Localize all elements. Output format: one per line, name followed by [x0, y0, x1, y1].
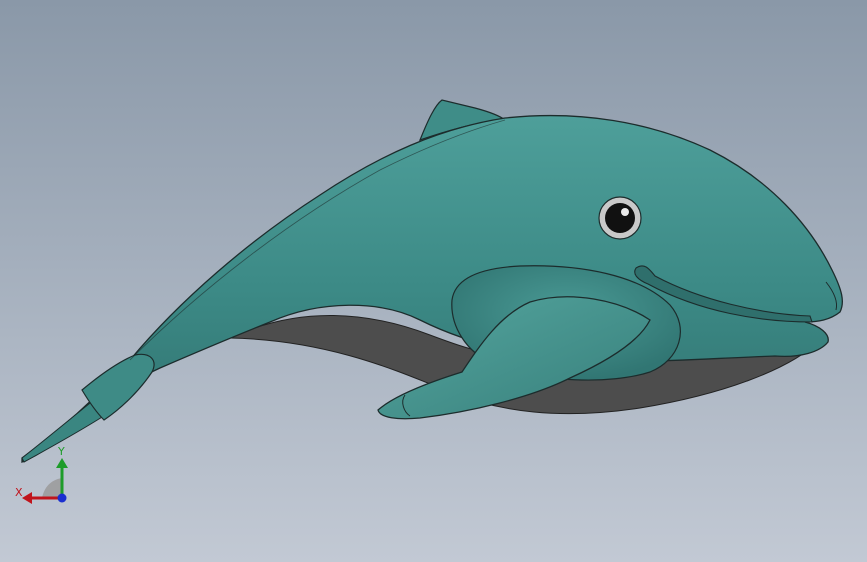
coordinate-triad[interactable]: Y X: [15, 445, 68, 504]
triad-z-origin: [57, 493, 67, 503]
whale-eye-icon: [598, 196, 642, 240]
triad-x-arrow-icon: [22, 492, 32, 504]
triad-x-label: X: [15, 486, 23, 499]
triad-y-label: Y: [57, 445, 65, 458]
3d-viewport[interactable]: Y X: [0, 0, 867, 562]
cad-model-scene[interactable]: Y X: [0, 0, 867, 562]
triad-y-arrow-icon: [56, 458, 68, 468]
